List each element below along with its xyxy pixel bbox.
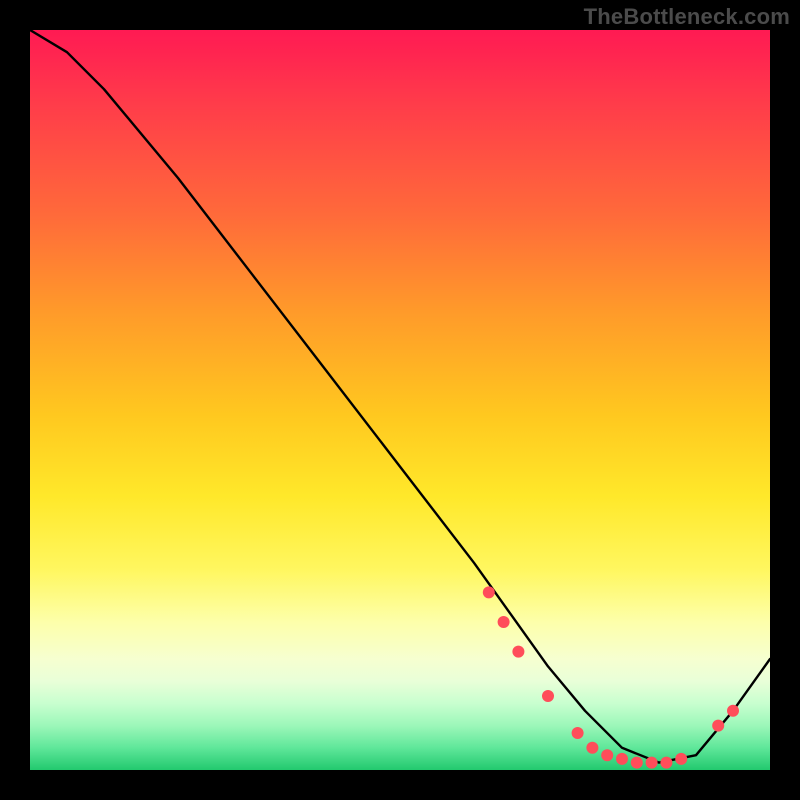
marker-group	[483, 586, 739, 768]
chart-svg	[30, 30, 770, 770]
chart-frame: TheBottleneck.com	[0, 0, 800, 800]
curve-path	[30, 30, 770, 763]
plot-area	[30, 30, 770, 770]
data-marker	[675, 753, 687, 765]
watermark-text: TheBottleneck.com	[584, 4, 790, 30]
data-marker	[542, 690, 554, 702]
data-marker	[660, 757, 672, 769]
data-marker	[727, 705, 739, 717]
data-marker	[631, 757, 643, 769]
data-marker	[512, 646, 524, 658]
data-marker	[712, 720, 724, 732]
data-marker	[601, 749, 613, 761]
data-marker	[586, 742, 598, 754]
data-marker	[498, 616, 510, 628]
data-marker	[572, 727, 584, 739]
data-marker	[616, 753, 628, 765]
data-marker	[483, 586, 495, 598]
curve-group	[30, 30, 770, 763]
data-marker	[646, 757, 658, 769]
